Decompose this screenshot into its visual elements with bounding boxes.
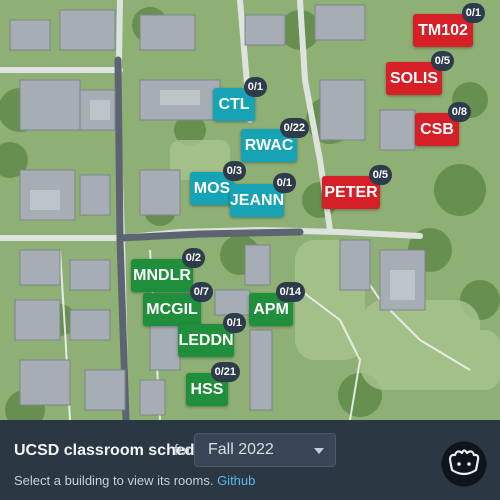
building-marker-mndlr[interactable]: MNDLR 0/2: [131, 248, 205, 292]
building-marker-label: HSS: [190, 380, 224, 398]
building-marker-label: CTL: [218, 95, 250, 113]
room-count-badge: 0/5: [430, 51, 454, 71]
room-count-badge: 0/8: [447, 102, 471, 122]
building-marker-csb[interactable]: CSB 0/8: [415, 102, 471, 146]
building-marker-mcgil[interactable]: MCGIL 0/7: [143, 282, 213, 326]
hint-text: Select a building to view its rooms.: [14, 473, 214, 488]
footer-panel: UCSD classroom schedules for Fall 2022 S…: [0, 420, 500, 500]
term-select[interactable]: Fall 2022: [194, 433, 336, 467]
instruction-text: Select a building to view its rooms. Git…: [14, 473, 255, 488]
building-marker-label: MCGIL: [146, 300, 198, 318]
building-marker-tm102[interactable]: TM102 0/1: [413, 3, 485, 47]
building-marker-rwac[interactable]: RWAC 0/22: [241, 118, 309, 162]
room-count-badge: 0/22: [279, 118, 309, 138]
building-marker-label: RWAC: [244, 136, 294, 154]
room-count-badge: 0/1: [222, 313, 246, 333]
building-marker-hss[interactable]: HSS 0/21: [186, 362, 240, 406]
github-link[interactable]: Github: [217, 473, 255, 488]
room-count-badge: 0/1: [243, 77, 267, 97]
building-marker-jeann[interactable]: JEANN 0/1: [229, 173, 296, 217]
building-marker-label: APM: [253, 300, 289, 318]
building-marker-label: JEANN: [229, 191, 285, 209]
room-count-badge: 0/3: [222, 161, 246, 181]
building-marker-leddn[interactable]: LEDDN 0/1: [178, 313, 246, 357]
building-marker-label: MNDLR: [133, 266, 191, 284]
room-count-badge: 0/21: [210, 362, 240, 382]
building-marker-label: TM102: [418, 21, 468, 39]
building-marker-label: CSB: [420, 120, 454, 138]
chevron-down-icon: [314, 448, 324, 454]
building-marker-label: PETER: [324, 183, 378, 201]
building-marker-label: SOLIS: [390, 69, 439, 87]
for-label: for: [174, 442, 192, 459]
term-select-value: Fall 2022: [208, 441, 274, 458]
building-marker-label: LEDDN: [178, 331, 234, 349]
building-marker-label: MOS: [193, 179, 231, 197]
campus-map[interactable]: TM102 0/1 SOLIS 0/5 CSB 0/8 PETER 0/5 CTL 0/1 RWAC…: [0, 0, 500, 420]
building-marker-apm[interactable]: APM 0/14: [249, 282, 305, 326]
building-marker-peter[interactable]: PETER 0/5: [322, 165, 392, 209]
triton-logo-icon[interactable]: [440, 440, 488, 488]
room-count-badge: 0/2: [181, 248, 205, 268]
building-marker-solis[interactable]: SOLIS 0/5: [386, 51, 454, 95]
building-marker-ctl[interactable]: CTL 0/1: [213, 77, 267, 121]
room-count-badge: 0/14: [275, 282, 305, 302]
building-marker-mos[interactable]: MOS 0/3: [190, 161, 246, 205]
room-count-badge: 0/5: [368, 165, 392, 185]
room-count-badge: 0/1: [461, 3, 485, 23]
room-count-badge: 0/7: [189, 282, 213, 302]
room-count-badge: 0/1: [272, 173, 296, 193]
